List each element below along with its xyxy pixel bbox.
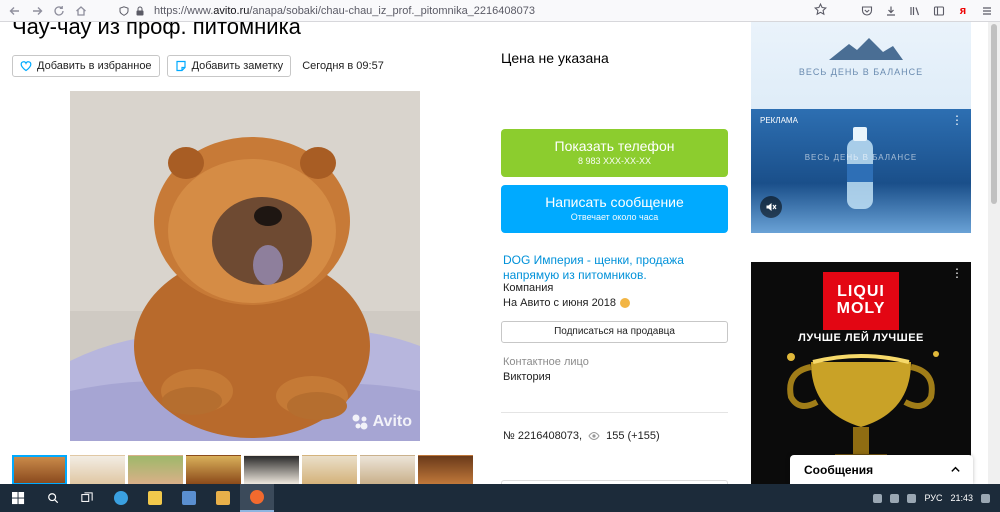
search-icon[interactable] bbox=[36, 484, 70, 512]
speaker-muted-icon bbox=[766, 203, 777, 211]
add-note-button[interactable]: Добавить заметку bbox=[166, 55, 292, 77]
seller-since-text: На Авито с июня 2018 bbox=[503, 297, 617, 309]
back-arrow-icon[interactable] bbox=[4, 0, 26, 22]
water-bottle-image bbox=[847, 127, 873, 209]
chevron-up-icon[interactable] bbox=[950, 464, 961, 475]
forward-arrow-icon[interactable] bbox=[26, 0, 48, 22]
seller-type: Компания bbox=[503, 282, 554, 294]
menu-icon[interactable] bbox=[978, 2, 996, 20]
show-phone-label: Показать телефон bbox=[554, 138, 675, 154]
mountain-logo bbox=[829, 38, 903, 60]
windows-taskbar: РУС 21:43 bbox=[0, 484, 1000, 512]
trophy-image bbox=[787, 351, 939, 468]
file-explorer-icon[interactable] bbox=[138, 484, 172, 512]
subscribe-seller-button[interactable]: Подписаться на продавца bbox=[501, 321, 728, 343]
thumbnail[interactable] bbox=[302, 455, 357, 485]
price: Цена не указана bbox=[501, 50, 609, 66]
watermark-text: Avito bbox=[372, 413, 412, 430]
ad-banner-water[interactable]: ВЕСЬ ДЕНЬ В БАЛАНСЕ РЕКЛАМА ⋮ ВЕСЬ ДЕНЬ … bbox=[751, 22, 971, 233]
shield-icon bbox=[116, 6, 132, 16]
edge-browser-icon[interactable] bbox=[104, 484, 138, 512]
write-message-label: Написать сообщение bbox=[545, 194, 684, 210]
divider bbox=[501, 412, 728, 413]
url-bar[interactable]: https://www.avito.ru/anapa/sobaki/chau-c… bbox=[116, 2, 838, 20]
messages-label: Сообщения bbox=[804, 462, 874, 477]
show-phone-button[interactable]: Показать телефон 8 983 XXX-XX-XX bbox=[501, 129, 728, 177]
notes-icon[interactable] bbox=[206, 484, 240, 512]
seller-name-link[interactable]: DOG Империя - щенки, продажа напрямую из… bbox=[503, 253, 725, 283]
thumbnail[interactable] bbox=[360, 455, 415, 485]
scrollbar-thumb[interactable] bbox=[991, 24, 997, 204]
ad1-water-text: ВЕСЬ ДЕНЬ В БАЛАНСЕ bbox=[804, 153, 918, 162]
volume-icon[interactable] bbox=[907, 493, 917, 503]
ad-number: № 2216408073, bbox=[503, 430, 583, 442]
clock[interactable]: 21:43 bbox=[950, 493, 973, 504]
ad1-video: РЕКЛАМА ⋮ ВЕСЬ ДЕНЬ В БАЛАНСЕ bbox=[751, 109, 971, 233]
heart-icon bbox=[20, 61, 32, 72]
contact-person-name: Виктория bbox=[503, 371, 551, 383]
browser-tools: я bbox=[858, 0, 996, 22]
network-icon[interactable] bbox=[890, 493, 900, 503]
thumbnail[interactable] bbox=[418, 455, 473, 485]
medal-icon bbox=[620, 298, 631, 308]
main-photo[interactable]: Avito bbox=[12, 91, 478, 441]
task-view-icon[interactable] bbox=[70, 484, 104, 512]
thumbnail[interactable] bbox=[244, 455, 299, 485]
windows-start-icon[interactable] bbox=[0, 484, 36, 512]
ad1-slogan: ВЕСЬ ДЕНЬ В БАЛАНСЕ bbox=[798, 67, 924, 77]
notifications-icon[interactable] bbox=[981, 493, 990, 503]
page-scrollbar[interactable] bbox=[988, 22, 1000, 484]
views-count: 155 (+155) bbox=[606, 430, 660, 442]
browser-toolbar: https://www.avito.ru/anapa/sobaki/chau-c… bbox=[0, 0, 1000, 22]
store-icon[interactable] bbox=[172, 484, 206, 512]
messages-chat-bar[interactable]: Сообщения bbox=[790, 455, 973, 484]
thumbnail[interactable] bbox=[186, 455, 241, 485]
home-icon[interactable] bbox=[70, 0, 92, 22]
bookmark-star-icon[interactable] bbox=[813, 2, 828, 21]
add-favorite-button[interactable]: Добавить в избранное bbox=[12, 55, 160, 77]
response-time: Отвечает около часа bbox=[570, 212, 659, 222]
mute-button[interactable] bbox=[760, 196, 782, 218]
puppy-image bbox=[12, 91, 478, 441]
language-indicator[interactable]: РУС bbox=[924, 493, 942, 503]
reload-icon[interactable] bbox=[48, 0, 70, 22]
avito-watermark: Avito bbox=[351, 413, 412, 431]
phone-masked: 8 983 XXX-XX-XX bbox=[577, 156, 652, 166]
add-note-label: Добавить заметку bbox=[191, 60, 284, 72]
lock-icon bbox=[132, 6, 148, 16]
write-message-button[interactable]: Написать сообщение Отвечает около часа bbox=[501, 185, 728, 233]
thumbnail[interactable] bbox=[70, 455, 125, 485]
tray-app-icon[interactable] bbox=[873, 493, 883, 503]
url-text: https://www.avito.ru/anapa/sobaki/chau-c… bbox=[154, 5, 535, 17]
pocket-icon[interactable] bbox=[858, 2, 876, 20]
library-icon[interactable] bbox=[906, 2, 924, 20]
firefox-icon[interactable] bbox=[240, 484, 274, 512]
download-icon[interactable] bbox=[882, 2, 900, 20]
thumbnail-strip bbox=[12, 455, 473, 485]
thumbnail[interactable] bbox=[12, 455, 67, 485]
note-icon bbox=[175, 60, 186, 72]
eye-icon bbox=[588, 431, 600, 441]
system-tray: РУС 21:43 bbox=[873, 484, 990, 512]
sidebar-icon[interactable] bbox=[930, 2, 948, 20]
listing-actions: Добавить в избранное Добавить заметку Се… bbox=[12, 55, 384, 77]
add-favorite-label: Добавить в избранное bbox=[37, 60, 152, 72]
listing-date: Сегодня в 09:57 bbox=[302, 60, 384, 72]
seller-since: На Авито с июня 2018 bbox=[503, 297, 631, 309]
ad-banner-liqui-moly[interactable]: ⋮ LIQUI MOLY ЛУЧШЕ ЛЕЙ ЛУЧШЕЕ bbox=[751, 262, 971, 484]
listing-meta: № 2216408073, 155 (+155) bbox=[503, 430, 660, 442]
avito-logo-icon bbox=[352, 414, 368, 430]
thumbnail[interactable] bbox=[128, 455, 183, 485]
profile-badge-icon[interactable]: я bbox=[954, 2, 972, 20]
contact-person-label: Контактное лицо bbox=[503, 356, 589, 368]
